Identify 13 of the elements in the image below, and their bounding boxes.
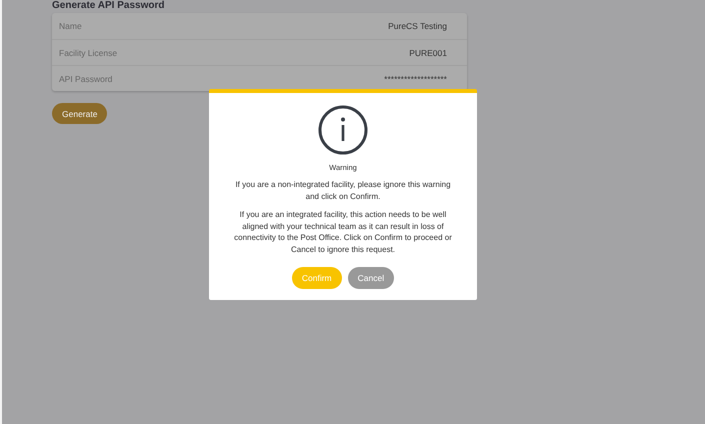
info-icon	[318, 105, 368, 155]
dialog-message: If you are an integrated facility, this action needs to be well aligned with your technical team as it can result in loss of connectivity to the Post Office. Click on Confirm to proceed or Cancel to ignore this request.	[233, 209, 453, 255]
confirm-button[interactable]: Confirm	[292, 267, 342, 289]
dialog-message: If you are a non-integrated facility, please ignore this warning and click on Confirm.	[234, 179, 452, 202]
field-value: PURE001	[409, 48, 447, 58]
page-title: Generate API Password	[52, 0, 166, 11]
field-label: Facility License	[59, 48, 118, 58]
field-label: Name	[59, 21, 82, 31]
field-value: PureCS Testing	[388, 21, 447, 31]
cancel-button[interactable]: Cancel	[348, 267, 394, 289]
field-label: API Password	[59, 74, 112, 84]
field-value: *******************	[384, 74, 447, 84]
generate-button[interactable]: Generate	[52, 103, 108, 124]
